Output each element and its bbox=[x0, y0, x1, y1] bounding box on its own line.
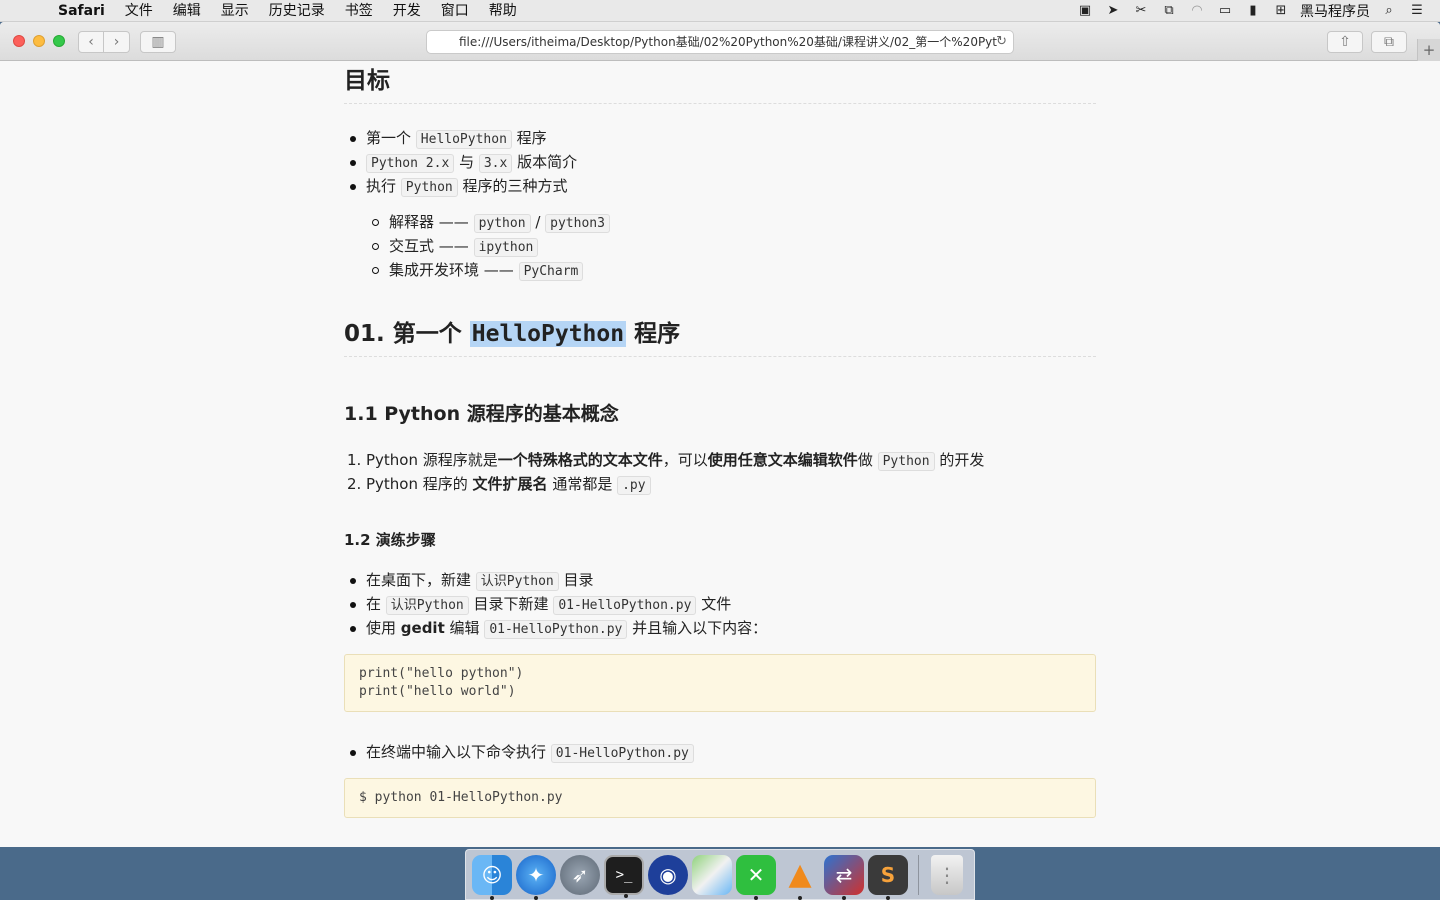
xmind-icon[interactable]: ✕ bbox=[736, 854, 776, 900]
camera-icon[interactable]: ▣ bbox=[1076, 3, 1094, 18]
menu-window[interactable]: 窗口 bbox=[431, 0, 479, 22]
list-item: 交互式 —— ipython bbox=[344, 234, 1096, 258]
menu-history[interactable]: 历史记录 bbox=[259, 0, 335, 22]
list-item: 集成开发环境 —— PyCharm bbox=[344, 258, 1096, 282]
menu-edit[interactable]: 编辑 bbox=[163, 0, 211, 22]
goal-heading: 目标 bbox=[344, 61, 1096, 104]
bullet-icon bbox=[350, 602, 356, 608]
list-item: 2. Python 程序的 文件扩展名 通常都是 .py bbox=[344, 472, 1096, 496]
menu-view[interactable]: 显示 bbox=[211, 0, 259, 22]
steps-list: 在桌面下，新建 认识Python 目录 在 认识Python 目录下新建 01-… bbox=[344, 568, 1096, 640]
terminal-icon[interactable]: >_ bbox=[604, 854, 644, 898]
menu-app-safari[interactable]: Safari bbox=[52, 0, 115, 22]
bullet-icon bbox=[350, 136, 356, 142]
back-button[interactable]: ‹ bbox=[78, 31, 104, 53]
notification-center-icon[interactable]: ☰ bbox=[1408, 3, 1426, 18]
scissors-icon[interactable]: ✂ bbox=[1132, 3, 1150, 18]
trash-icon[interactable]: ⋮ bbox=[931, 854, 963, 895]
filezilla-icon[interactable]: ⇄ bbox=[824, 854, 864, 900]
bullet-icon bbox=[350, 184, 356, 190]
wifi-icon[interactable]: ◠ bbox=[1188, 3, 1206, 18]
minimize-button[interactable] bbox=[33, 35, 45, 47]
airplay-icon[interactable]: ▭ bbox=[1216, 3, 1234, 18]
menu-bookmarks[interactable]: 书签 bbox=[335, 0, 383, 22]
code-block: print("hello python") print("hello world… bbox=[344, 654, 1096, 712]
safari-window: ‹ › ▥ file:///Users/itheima/Desktop/Pyth… bbox=[0, 22, 1440, 847]
chevron-right-icon: › bbox=[113, 34, 120, 50]
copy-icon[interactable]: ⧉ bbox=[1160, 3, 1178, 18]
list-item: 在 认识Python 目录下新建 01-HelloPython.py 文件 bbox=[344, 592, 1096, 616]
sidebar-button[interactable]: ▥ bbox=[140, 31, 176, 53]
share-button[interactable]: ⇧ bbox=[1327, 31, 1363, 53]
show-tabs-button[interactable]: ⧉ bbox=[1371, 31, 1407, 53]
menu-help[interactable]: 帮助 bbox=[479, 0, 527, 22]
new-tab-button[interactable]: + bbox=[1417, 39, 1440, 61]
dock-separator bbox=[918, 854, 919, 895]
list-item: 在桌面下，新建 认识Python 目录 bbox=[344, 568, 1096, 592]
list-item: 执行 Python 程序的三种方式 bbox=[344, 174, 1096, 198]
sidebar-icon: ▥ bbox=[151, 34, 165, 50]
running-indicator bbox=[886, 895, 890, 900]
subsection-heading: 1.1 Python 源程序的基本概念 bbox=[344, 403, 619, 425]
bullet-icon bbox=[350, 578, 356, 584]
send-icon[interactable]: ➤ bbox=[1104, 3, 1122, 18]
running-indicator bbox=[798, 895, 802, 900]
url-text: file:///Users/itheima/Desktop/Python基础/0… bbox=[459, 35, 997, 49]
running-indicator bbox=[534, 895, 538, 900]
bullet-icon bbox=[372, 219, 379, 226]
menu-develop[interactable]: 开发 bbox=[383, 0, 431, 22]
finder-icon[interactable]: ☺ bbox=[472, 854, 512, 900]
bullet-icon bbox=[350, 160, 356, 166]
forward-button[interactable]: › bbox=[104, 31, 130, 53]
bullet-icon bbox=[372, 243, 379, 250]
list-item: 第一个 HelloPython 程序 bbox=[344, 126, 1096, 150]
run-list: 在终端中输入以下命令执行 01-HelloPython.py bbox=[344, 740, 1096, 764]
menu-file[interactable]: 文件 bbox=[115, 0, 163, 22]
bullet-icon bbox=[350, 750, 356, 756]
list-item: 1. Python 源程序就是一个特殊格式的文本文件，可以使用任意文本编辑软件做 … bbox=[347, 451, 985, 471]
running-indicator bbox=[624, 893, 628, 898]
spotlight-icon[interactable]: ⌕ bbox=[1380, 3, 1398, 18]
reload-icon[interactable]: ↻ bbox=[996, 31, 1007, 53]
running-indicator bbox=[754, 895, 758, 900]
goal-list: 第一个 HelloPython 程序 Python 2.x 与 3.x 版本简介… bbox=[344, 126, 1096, 198]
goal-sublist: 解释器 —— python / python3 交互式 —— ipython 集… bbox=[344, 210, 1096, 282]
list-item: Python 2.x 与 3.x 版本简介 bbox=[344, 150, 1096, 174]
battery-icon[interactable]: ▮ bbox=[1244, 3, 1262, 18]
page-content: 目标 第一个 HelloPython 程序 Python 2.x 与 3.x 版… bbox=[344, 61, 1096, 818]
section-heading: 01. 第一个 HelloPython 程序 bbox=[344, 314, 1096, 357]
toolbar: ‹ › ▥ file:///Users/itheima/Desktop/Pyth… bbox=[0, 22, 1440, 61]
subsection-heading: 1.2 演练步骤 bbox=[344, 531, 436, 549]
concept-list: 1. Python 源程序就是一个特殊格式的文本文件，可以使用任意文本编辑软件做 … bbox=[344, 448, 1096, 496]
bullet-icon bbox=[350, 626, 356, 632]
list-item: 使用 gedit 编辑 01-HelloPython.py 并且输入以下内容： bbox=[344, 616, 1096, 640]
running-indicator bbox=[490, 895, 494, 900]
highlighted-code: HelloPython bbox=[469, 321, 627, 347]
running-indicator bbox=[842, 895, 846, 900]
vlc-icon[interactable]: ▲ bbox=[780, 855, 820, 900]
user-name[interactable]: 黑马程序员 bbox=[1300, 1, 1370, 21]
maximize-button[interactable] bbox=[53, 35, 65, 47]
sublime-icon[interactable]: S bbox=[868, 854, 908, 900]
list-item: 在终端中输入以下命令执行 01-HelloPython.py bbox=[344, 740, 1096, 764]
dock: ☺ ✦ ➶ >_ ◉ ✕ ▲ ⇄ S ⋮ bbox=[465, 849, 975, 900]
address-bar[interactable]: file:///Users/itheima/Desktop/Python基础/0… bbox=[426, 30, 1014, 54]
terminal-code-block: $ python 01-HelloPython.py bbox=[344, 778, 1096, 818]
close-button[interactable] bbox=[13, 35, 25, 47]
launchpad-icon[interactable]: ➶ bbox=[560, 854, 600, 895]
maps-icon[interactable] bbox=[692, 854, 732, 895]
list-item: 解释器 —— python / python3 bbox=[344, 210, 1096, 234]
safari-icon[interactable]: ✦ bbox=[516, 854, 556, 900]
chevron-left-icon: ‹ bbox=[88, 34, 94, 50]
menu-bar: Safari 文件 编辑 显示 历史记录 书签 开发 窗口 帮助 ▣ ➤ ✂ ⧉… bbox=[0, 0, 1440, 22]
input-method-icon[interactable]: ⊞ bbox=[1272, 3, 1290, 18]
share-icon: ⇧ bbox=[1339, 34, 1351, 50]
screenrecord-icon[interactable]: ◉ bbox=[648, 854, 688, 895]
tabs-icon: ⧉ bbox=[1384, 34, 1394, 50]
bullet-icon bbox=[372, 267, 379, 274]
